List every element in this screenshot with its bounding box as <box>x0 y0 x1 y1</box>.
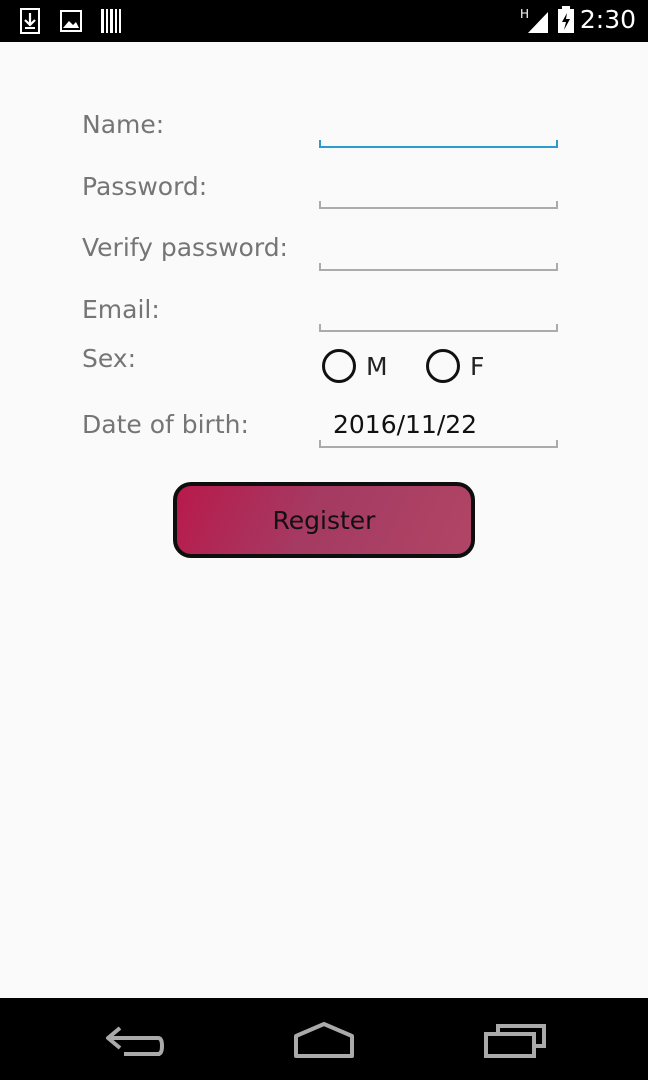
email-underline-tick-left <box>319 324 321 332</box>
register-button[interactable]: Register <box>173 482 475 558</box>
home-icon[interactable] <box>292 1020 356 1064</box>
battery-charging-icon <box>557 6 575 38</box>
download-icon <box>20 8 40 38</box>
dob-underline-tick-left <box>319 440 321 448</box>
recents-icon[interactable] <box>484 1020 548 1064</box>
name-input[interactable] <box>319 120 558 146</box>
password-underline-tick-left <box>319 201 321 209</box>
verify-password-label: Verify password: <box>82 233 288 262</box>
image-icon <box>60 10 82 36</box>
clock: 2:30 <box>579 5 636 34</box>
barcode-icon <box>100 8 122 38</box>
back-icon[interactable] <box>104 1020 164 1064</box>
nav-bar <box>0 998 648 1080</box>
name-field[interactable] <box>319 120 558 148</box>
email-field[interactable] <box>319 304 558 332</box>
verify-underline-tick-left <box>319 263 321 271</box>
signal-icon: H <box>520 6 550 38</box>
radio-circle-m[interactable] <box>322 349 356 383</box>
password-label: Password: <box>82 172 208 201</box>
email-input[interactable] <box>319 304 558 330</box>
svg-text:H: H <box>520 7 529 21</box>
dob-underline-tick-right <box>556 440 558 448</box>
verify-password-field[interactable] <box>319 243 558 271</box>
name-underline <box>319 146 558 148</box>
verify-password-underline <box>319 269 558 271</box>
password-field[interactable] <box>319 181 558 209</box>
radio-label-f[interactable]: F <box>470 352 484 381</box>
dob-label: Date of birth: <box>82 410 249 439</box>
email-label: Email: <box>82 295 160 324</box>
verify-password-input[interactable] <box>319 243 558 269</box>
password-underline-tick-right <box>556 201 558 209</box>
status-bar: H 2:30 <box>0 0 648 42</box>
sex-radio-f[interactable]: F <box>426 349 484 383</box>
email-underline <box>319 330 558 332</box>
radio-label-m[interactable]: M <box>366 352 388 381</box>
email-underline-tick-right <box>556 324 558 332</box>
radio-circle-f[interactable] <box>426 349 460 383</box>
dob-underline <box>319 446 558 448</box>
password-underline <box>319 207 558 209</box>
verify-underline-tick-right <box>556 263 558 271</box>
name-underline-tick-right <box>556 140 558 148</box>
password-input[interactable] <box>319 181 558 207</box>
name-label: Name: <box>82 110 165 139</box>
dob-value[interactable]: 2016/11/22 <box>333 410 477 439</box>
sex-label: Sex: <box>82 344 137 373</box>
dob-field[interactable]: 2016/11/22 <box>319 404 558 448</box>
name-underline-tick-left <box>319 140 321 148</box>
sex-radio-m[interactable]: M <box>322 349 388 383</box>
